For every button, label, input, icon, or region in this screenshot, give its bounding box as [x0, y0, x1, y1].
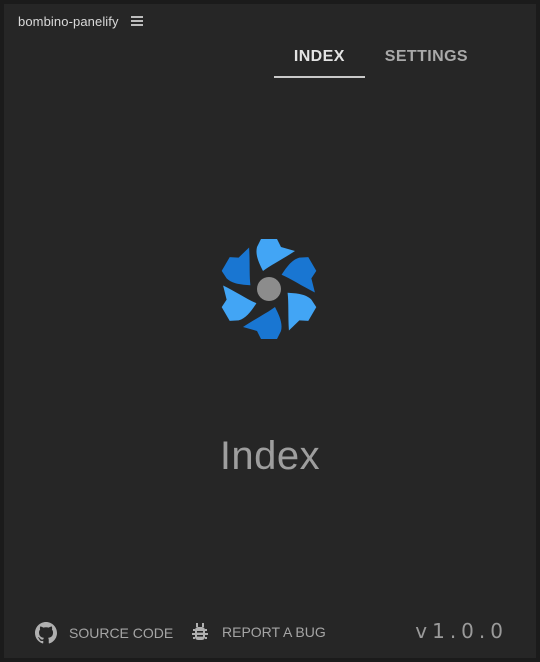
source-code-link[interactable]: SOURCE CODE [35, 622, 173, 644]
logo-center-dot [257, 277, 281, 301]
footer: SOURCE CODE REPORT A BUG v1.0.0 [4, 608, 536, 658]
bug-icon [192, 623, 208, 640]
tab-bar: INDEX SETTINGS [273, 42, 488, 78]
quasar-logo-icon [221, 239, 317, 339]
source-code-label: SOURCE CODE [69, 625, 174, 641]
report-bug-label: REPORT A BUG [222, 624, 326, 640]
report-bug-link[interactable]: REPORT A BUG [190, 622, 326, 642]
hamburger-menu-icon[interactable] [130, 16, 143, 26]
github-icon [35, 622, 57, 644]
tab-settings[interactable]: SETTINGS [365, 42, 488, 78]
page-title: Index [219, 434, 321, 478]
panel-titlebar: bombino-panelify [4, 4, 536, 38]
tab-index[interactable]: INDEX [273, 42, 365, 78]
version-label: v1.0.0 [415, 619, 508, 643]
panel-title: bombino-panelify [18, 13, 119, 29]
extension-panel: bombino-panelify INDEX SETTINGS Index SO… [4, 4, 536, 658]
